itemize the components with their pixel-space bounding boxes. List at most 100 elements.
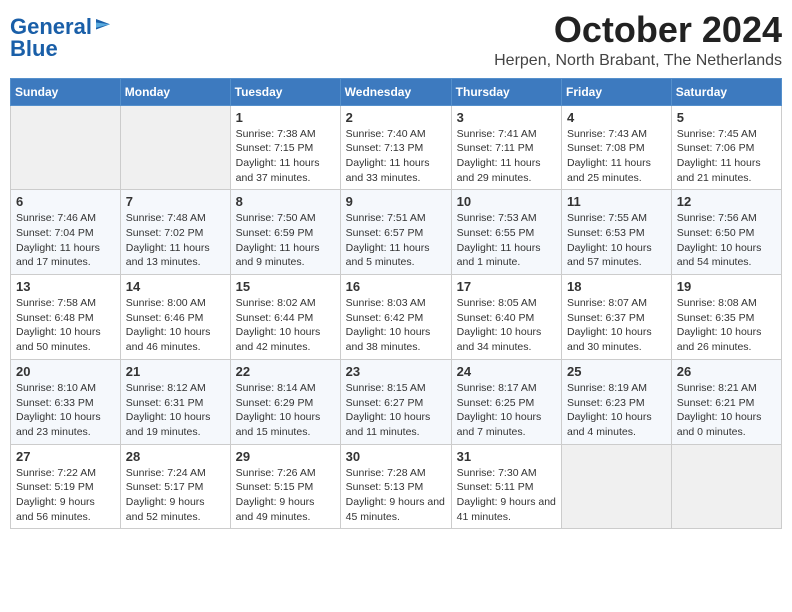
- calendar-cell: [120, 105, 230, 190]
- sunrise-text: Sunrise: 8:14 AM: [236, 381, 335, 396]
- header-day-wednesday: Wednesday: [340, 78, 451, 105]
- daylight-text: Daylight: 11 hours and 1 minute.: [457, 241, 556, 270]
- sunrise-text: Sunrise: 7:46 AM: [16, 211, 115, 226]
- day-number: 30: [346, 449, 446, 464]
- sunrise-text: Sunrise: 8:10 AM: [16, 381, 115, 396]
- day-number: 13: [16, 279, 115, 294]
- day-info: Sunrise: 8:12 AMSunset: 6:31 PMDaylight:…: [126, 381, 225, 440]
- sunset-text: Sunset: 6:53 PM: [567, 226, 666, 241]
- day-number: 23: [346, 364, 446, 379]
- sunrise-text: Sunrise: 8:17 AM: [457, 381, 556, 396]
- header-day-monday: Monday: [120, 78, 230, 105]
- calendar-cell: 26Sunrise: 8:21 AMSunset: 6:21 PMDayligh…: [671, 359, 781, 444]
- sunrise-text: Sunrise: 7:40 AM: [346, 127, 446, 142]
- calendar-cell: 3Sunrise: 7:41 AMSunset: 7:11 PMDaylight…: [451, 105, 561, 190]
- daylight-text: Daylight: 11 hours and 9 minutes.: [236, 241, 335, 270]
- calendar-table: SundayMondayTuesdayWednesdayThursdayFrid…: [10, 78, 782, 530]
- day-number: 11: [567, 194, 666, 209]
- day-info: Sunrise: 8:05 AMSunset: 6:40 PMDaylight:…: [457, 296, 556, 355]
- calendar-cell: 2Sunrise: 7:40 AMSunset: 7:13 PMDaylight…: [340, 105, 451, 190]
- calendar-cell: 16Sunrise: 8:03 AMSunset: 6:42 PMDayligh…: [340, 275, 451, 360]
- header-day-friday: Friday: [562, 78, 672, 105]
- daylight-text: Daylight: 10 hours and 46 minutes.: [126, 325, 225, 354]
- sunrise-text: Sunrise: 8:00 AM: [126, 296, 225, 311]
- sunrise-text: Sunrise: 7:24 AM: [126, 466, 225, 481]
- sunset-text: Sunset: 6:42 PM: [346, 311, 446, 326]
- sunset-text: Sunset: 5:15 PM: [236, 480, 335, 495]
- sunset-text: Sunset: 6:29 PM: [236, 396, 335, 411]
- sunset-text: Sunset: 5:11 PM: [457, 480, 556, 495]
- sunrise-text: Sunrise: 7:30 AM: [457, 466, 556, 481]
- day-number: 7: [126, 194, 225, 209]
- day-number: 1: [236, 110, 335, 125]
- sunrise-text: Sunrise: 7:51 AM: [346, 211, 446, 226]
- sunrise-text: Sunrise: 7:26 AM: [236, 466, 335, 481]
- sunrise-text: Sunrise: 7:53 AM: [457, 211, 556, 226]
- sunrise-text: Sunrise: 8:12 AM: [126, 381, 225, 396]
- calendar-cell: 13Sunrise: 7:58 AMSunset: 6:48 PMDayligh…: [11, 275, 121, 360]
- day-info: Sunrise: 7:55 AMSunset: 6:53 PMDaylight:…: [567, 211, 666, 270]
- calendar-cell: 28Sunrise: 7:24 AMSunset: 5:17 PMDayligh…: [120, 444, 230, 529]
- sunrise-text: Sunrise: 7:38 AM: [236, 127, 335, 142]
- calendar-week-5: 27Sunrise: 7:22 AMSunset: 5:19 PMDayligh…: [11, 444, 782, 529]
- day-info: Sunrise: 7:48 AMSunset: 7:02 PMDaylight:…: [126, 211, 225, 270]
- logo-blue-text: Blue: [10, 36, 58, 62]
- calendar-cell: 9Sunrise: 7:51 AMSunset: 6:57 PMDaylight…: [340, 190, 451, 275]
- sunrise-text: Sunrise: 7:22 AM: [16, 466, 115, 481]
- sunrise-text: Sunrise: 8:03 AM: [346, 296, 446, 311]
- day-number: 10: [457, 194, 556, 209]
- daylight-text: Daylight: 10 hours and 4 minutes.: [567, 410, 666, 439]
- day-number: 9: [346, 194, 446, 209]
- day-info: Sunrise: 8:14 AMSunset: 6:29 PMDaylight:…: [236, 381, 335, 440]
- title-block: October 2024 Herpen, North Brabant, The …: [494, 10, 782, 70]
- day-number: 26: [677, 364, 776, 379]
- daylight-text: Daylight: 10 hours and 38 minutes.: [346, 325, 446, 354]
- calendar-cell: [671, 444, 781, 529]
- day-number: 22: [236, 364, 335, 379]
- calendar-cell: 15Sunrise: 8:02 AMSunset: 6:44 PMDayligh…: [230, 275, 340, 360]
- sunrise-text: Sunrise: 7:28 AM: [346, 466, 446, 481]
- daylight-text: Daylight: 10 hours and 19 minutes.: [126, 410, 225, 439]
- day-info: Sunrise: 7:28 AMSunset: 5:13 PMDaylight:…: [346, 466, 446, 525]
- daylight-text: Daylight: 10 hours and 34 minutes.: [457, 325, 556, 354]
- daylight-text: Daylight: 11 hours and 25 minutes.: [567, 156, 666, 185]
- day-number: 2: [346, 110, 446, 125]
- daylight-text: Daylight: 11 hours and 13 minutes.: [126, 241, 225, 270]
- daylight-text: Daylight: 9 hours and 52 minutes.: [126, 495, 225, 524]
- calendar-cell: 29Sunrise: 7:26 AMSunset: 5:15 PMDayligh…: [230, 444, 340, 529]
- sunset-text: Sunset: 6:48 PM: [16, 311, 115, 326]
- daylight-text: Daylight: 11 hours and 33 minutes.: [346, 156, 446, 185]
- calendar-cell: [562, 444, 672, 529]
- daylight-text: Daylight: 9 hours and 41 minutes.: [457, 495, 556, 524]
- sunrise-text: Sunrise: 7:41 AM: [457, 127, 556, 142]
- logo: General Blue: [10, 14, 112, 62]
- day-number: 18: [567, 279, 666, 294]
- sunset-text: Sunset: 6:46 PM: [126, 311, 225, 326]
- calendar-week-2: 6Sunrise: 7:46 AMSunset: 7:04 PMDaylight…: [11, 190, 782, 275]
- sunset-text: Sunset: 6:40 PM: [457, 311, 556, 326]
- header-day-thursday: Thursday: [451, 78, 561, 105]
- day-number: 17: [457, 279, 556, 294]
- sunset-text: Sunset: 5:19 PM: [16, 480, 115, 495]
- day-number: 31: [457, 449, 556, 464]
- day-number: 25: [567, 364, 666, 379]
- sunrise-text: Sunrise: 8:08 AM: [677, 296, 776, 311]
- sunrise-text: Sunrise: 8:05 AM: [457, 296, 556, 311]
- sunset-text: Sunset: 7:08 PM: [567, 141, 666, 156]
- daylight-text: Daylight: 10 hours and 57 minutes.: [567, 241, 666, 270]
- calendar-cell: 21Sunrise: 8:12 AMSunset: 6:31 PMDayligh…: [120, 359, 230, 444]
- calendar-cell: 1Sunrise: 7:38 AMSunset: 7:15 PMDaylight…: [230, 105, 340, 190]
- calendar-cell: 23Sunrise: 8:15 AMSunset: 6:27 PMDayligh…: [340, 359, 451, 444]
- sunrise-text: Sunrise: 7:56 AM: [677, 211, 776, 226]
- daylight-text: Daylight: 10 hours and 15 minutes.: [236, 410, 335, 439]
- sunset-text: Sunset: 7:15 PM: [236, 141, 335, 156]
- sunset-text: Sunset: 6:50 PM: [677, 226, 776, 241]
- calendar-cell: 8Sunrise: 7:50 AMSunset: 6:59 PMDaylight…: [230, 190, 340, 275]
- sunset-text: Sunset: 7:06 PM: [677, 141, 776, 156]
- page-header: General Blue October 2024 Herpen, North …: [10, 10, 782, 70]
- daylight-text: Daylight: 10 hours and 26 minutes.: [677, 325, 776, 354]
- sunrise-text: Sunrise: 8:15 AM: [346, 381, 446, 396]
- day-info: Sunrise: 8:07 AMSunset: 6:37 PMDaylight:…: [567, 296, 666, 355]
- daylight-text: Daylight: 10 hours and 11 minutes.: [346, 410, 446, 439]
- daylight-text: Daylight: 10 hours and 50 minutes.: [16, 325, 115, 354]
